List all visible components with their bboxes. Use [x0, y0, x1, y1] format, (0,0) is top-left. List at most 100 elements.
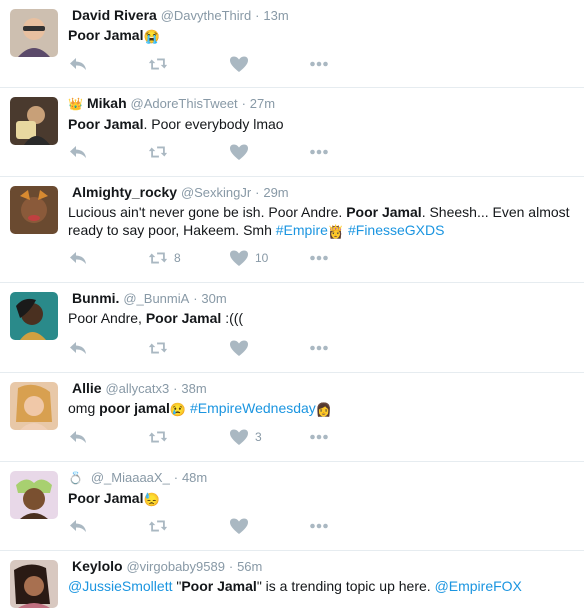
hashtag-link[interactable]: #Empire: [276, 222, 328, 238]
more-button[interactable]: [309, 427, 329, 447]
heart-icon: [229, 55, 249, 73]
retweet-icon: [148, 249, 168, 267]
tweet[interactable]: 👑 Mikah @AdoreThisTweet · 27m Poor Jamal.…: [0, 88, 584, 177]
like-button[interactable]: 3: [229, 427, 262, 447]
more-button[interactable]: [309, 516, 329, 536]
tweet-text: Poor Andre, Poor Jamal :(((: [68, 309, 576, 328]
tweet[interactable]: 💍 @_MiaaaaX_ · 48m Poor Jamal 😓: [0, 462, 584, 551]
retweet-button[interactable]: [148, 338, 174, 358]
heart-icon: [229, 143, 249, 161]
avatar[interactable]: [10, 97, 58, 145]
tweet-text: Poor Jamal. Poor everybody lmao: [68, 115, 576, 134]
more-icon: [309, 339, 329, 357]
tweet-text: @JussieSmollett "Poor Jamal" is a trendi…: [68, 577, 576, 596]
like-button[interactable]: [229, 142, 255, 162]
display-name[interactable]: Mikah: [87, 95, 127, 111]
heart-icon: [229, 249, 249, 267]
tweet[interactable]: Almighty_rocky @SexkingJr · 29m Lucious …: [0, 177, 584, 283]
avatar[interactable]: [10, 382, 58, 430]
tweet-text: Lucious ain't never gone be ish. Poor An…: [68, 203, 576, 241]
retweet-button[interactable]: [148, 516, 174, 536]
emoji: 👸: [327, 224, 345, 239]
retweet-count: 8: [174, 251, 181, 265]
emoji: 😭: [143, 29, 160, 44]
name-badge: 💍: [68, 471, 83, 485]
user-handle[interactable]: @_MiaaaaX_: [91, 470, 170, 485]
retweet-button[interactable]: [148, 54, 174, 74]
timestamp[interactable]: 56m: [237, 559, 262, 574]
text-fragment: ": [172, 578, 182, 594]
user-handle[interactable]: @DavytheThird: [161, 8, 252, 23]
timestamp[interactable]: 29m: [263, 185, 288, 200]
tweet[interactable]: Allie @allycatx3 · 38m omg poor jamal😢 #…: [0, 373, 584, 462]
tweet-actions: [68, 516, 348, 536]
like-button[interactable]: [229, 54, 255, 74]
retweet-icon: [148, 517, 168, 535]
keyword-highlight: Poor Jamal: [68, 116, 144, 132]
user-handle[interactable]: @AdoreThisTweet: [131, 96, 238, 111]
retweet-icon: [148, 428, 168, 446]
emoji: 👩: [315, 402, 332, 417]
hashtag-link[interactable]: #FinesseGXDS: [344, 222, 445, 238]
avatar[interactable]: [10, 9, 58, 57]
like-button[interactable]: [229, 338, 255, 358]
display-name[interactable]: Keylolo: [72, 558, 123, 574]
more-button[interactable]: [309, 54, 329, 74]
display-name[interactable]: Allie: [72, 380, 102, 396]
retweet-button[interactable]: 8: [148, 248, 181, 268]
user-handle[interactable]: @allycatx3: [105, 381, 169, 396]
retweet-icon: [148, 339, 168, 357]
reply-icon: [68, 339, 88, 357]
avatar[interactable]: [10, 292, 58, 340]
emoji: 😢: [169, 402, 187, 417]
like-button[interactable]: [229, 516, 255, 536]
reply-icon: [68, 55, 88, 73]
reply-icon: [68, 517, 88, 535]
reply-button[interactable]: [68, 516, 88, 536]
reply-icon: [68, 428, 88, 446]
tweet-text: Poor Jamal 😭: [68, 26, 576, 46]
reply-button[interactable]: [68, 142, 88, 162]
timestamp[interactable]: 48m: [182, 470, 207, 485]
hashtag-link[interactable]: #EmpireWednesday: [186, 400, 316, 416]
timestamp[interactable]: 38m: [181, 381, 206, 396]
retweet-button[interactable]: [148, 142, 174, 162]
retweet-button[interactable]: [148, 427, 174, 447]
reply-button[interactable]: [68, 248, 88, 268]
text-fragment: Lucious ain't never gone be ish. Poor An…: [68, 204, 347, 220]
like-button[interactable]: 10: [229, 248, 268, 268]
display-name[interactable]: Bunmi.: [72, 290, 119, 306]
timestamp[interactable]: 13m: [263, 8, 288, 23]
tweet[interactable]: Keylolo @virgobaby9589 · 56m @JussieSmol…: [0, 551, 584, 609]
user-handle[interactable]: @_BunmiA: [123, 291, 189, 306]
reply-icon: [68, 249, 88, 267]
display-name[interactable]: David Rivera: [72, 7, 157, 23]
retweet-icon: [148, 55, 168, 73]
reply-button[interactable]: [68, 338, 88, 358]
mention-link[interactable]: @JussieSmollett: [68, 578, 172, 594]
reply-button[interactable]: [68, 427, 88, 447]
like-count: 3: [255, 430, 262, 444]
more-button[interactable]: [309, 248, 329, 268]
more-icon: [309, 428, 329, 446]
more-icon: [309, 249, 329, 267]
tweet[interactable]: David Rivera @DavytheThird · 13m Poor Ja…: [0, 0, 584, 88]
user-handle[interactable]: @SexkingJr: [181, 185, 251, 200]
display-name[interactable]: Almighty_rocky: [72, 184, 177, 200]
emoji: 😓: [143, 492, 160, 507]
avatar[interactable]: [10, 186, 58, 234]
tweet[interactable]: Bunmi. @_BunmiA · 30m Poor Andre, Poor J…: [0, 283, 584, 373]
avatar[interactable]: [10, 560, 58, 608]
timestamp[interactable]: 27m: [250, 96, 275, 111]
mention-link[interactable]: @EmpireFOX: [435, 578, 522, 594]
more-button[interactable]: [309, 142, 329, 162]
reply-button[interactable]: [68, 54, 88, 74]
more-button[interactable]: [309, 338, 329, 358]
timestamp[interactable]: 30m: [201, 291, 226, 306]
tweet-timeline: David Rivera @DavytheThird · 13m Poor Ja…: [0, 0, 584, 609]
keyword-highlight: poor jamal: [99, 400, 170, 416]
tweet-actions: [68, 54, 348, 74]
user-handle[interactable]: @virgobaby9589: [126, 559, 224, 574]
avatar[interactable]: [10, 471, 58, 519]
tweet-actions: 8 10: [68, 248, 348, 268]
